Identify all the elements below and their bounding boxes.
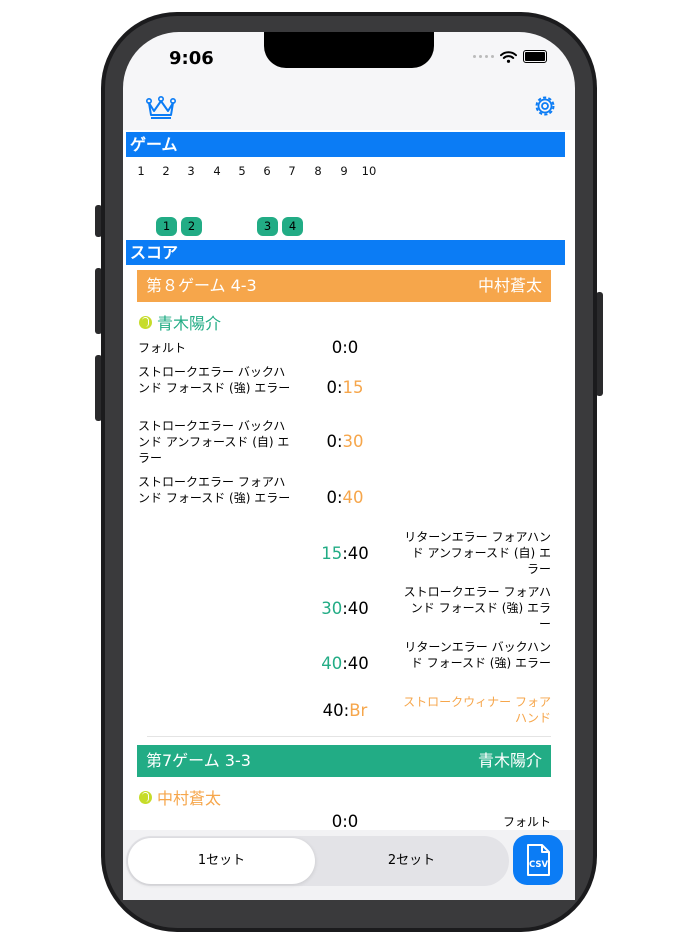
game-tick: 9 bbox=[340, 164, 348, 178]
game-tick: 4 bbox=[213, 164, 221, 178]
csv-file-icon: CSV bbox=[527, 844, 550, 876]
wifi-icon bbox=[500, 50, 517, 63]
status-icons bbox=[473, 50, 547, 63]
game-pill-green[interactable]: 1 bbox=[156, 217, 177, 236]
screen: 9:06 ゲーム 1 2 3 4 5 6 7 8 9 10 1 2 3 4 スコ… bbox=[123, 32, 575, 900]
point-right-description: ストロークエラー フォアハンド フォースド (強) エラー bbox=[403, 585, 551, 631]
nav-bar bbox=[123, 88, 575, 128]
tennis-ball-icon bbox=[139, 790, 152, 804]
point-score: 0:40 bbox=[326, 488, 364, 507]
game-pill-green[interactable]: 4 bbox=[282, 217, 303, 236]
game-8-banner[interactable]: 第８ゲーム 4-3 中村蒼太 bbox=[137, 270, 551, 302]
point-left-description: ストロークエラー バックハンド フォースド (強) エラー bbox=[138, 365, 291, 395]
power-button bbox=[596, 292, 603, 396]
point-right-description: フォルト bbox=[502, 815, 551, 829]
game-pill-green[interactable]: 2 bbox=[181, 217, 202, 236]
point-left-description: ストロークエラー フォアハンド フォースド (強) エラー bbox=[138, 475, 291, 505]
point-score: 30:40 bbox=[321, 599, 369, 618]
game-tick: 2 bbox=[162, 164, 170, 178]
battery-icon bbox=[523, 50, 547, 63]
game-8-winner: 中村蒼太 bbox=[477, 276, 542, 295]
point-score: 0:0 bbox=[331, 338, 359, 357]
csv-export-button[interactable]: CSV bbox=[513, 835, 563, 885]
game-8-server-name: 青木陽介 bbox=[157, 314, 222, 333]
games-section-header: ゲーム bbox=[126, 132, 565, 157]
game-8-server: 青木陽介 bbox=[139, 310, 221, 334]
notch bbox=[264, 32, 434, 68]
game-tick: 1 bbox=[137, 164, 145, 178]
point-score: 0:15 bbox=[326, 378, 364, 397]
game-tick: 8 bbox=[314, 164, 322, 178]
game-tick: 5 bbox=[238, 164, 246, 178]
game-divider bbox=[147, 736, 551, 737]
point-score: 0:30 bbox=[326, 432, 364, 451]
crown-icon[interactable] bbox=[145, 94, 177, 120]
point-score: 0:0 bbox=[331, 812, 359, 831]
game-pill-green[interactable]: 3 bbox=[257, 217, 278, 236]
point-left-description: ストロークエラー バックハンド アンフォースド (自) エラー bbox=[138, 419, 290, 465]
gear-icon[interactable] bbox=[531, 92, 559, 120]
csv-label: CSV bbox=[529, 860, 549, 870]
game-7-title: 第7ゲーム 3-3 bbox=[146, 751, 251, 770]
score-section-header: スコア bbox=[126, 240, 565, 265]
point-right-description: ストロークウィナー フォアハンド bbox=[403, 695, 551, 725]
game-tick: 6 bbox=[263, 164, 271, 178]
tennis-ball-icon bbox=[139, 315, 152, 329]
point-left-description: フォルト bbox=[138, 341, 187, 355]
game-tick: 7 bbox=[288, 164, 296, 178]
game-tick: 3 bbox=[187, 164, 195, 178]
status-time: 9:06 bbox=[169, 48, 214, 69]
set-2-tab[interactable]: 2セット bbox=[318, 838, 505, 884]
cellular-signal-icon bbox=[473, 55, 494, 58]
point-right-description: リターンエラー フォアハンド アンフォースド (自) エラー bbox=[404, 530, 551, 576]
game-tick: 10 bbox=[361, 164, 377, 178]
set-segmented-control: 1セット 2セット bbox=[126, 836, 509, 886]
game-7-server-name: 中村蒼太 bbox=[157, 789, 222, 808]
point-score: 40:Br bbox=[322, 701, 368, 720]
game-8-title: 第８ゲーム 4-3 bbox=[146, 276, 257, 295]
bottom-bar: 1セット 2セット CSV bbox=[123, 830, 575, 900]
point-right-description: リターンエラー バックハンド フォースド (強) エラー bbox=[404, 640, 551, 670]
point-score: 15:40 bbox=[321, 544, 369, 563]
point-score: 40:40 bbox=[321, 654, 369, 673]
main-content: ゲーム 1 2 3 4 5 6 7 8 9 10 1 2 3 4 1 2 3 4… bbox=[123, 130, 575, 831]
game-7-winner: 青木陽介 bbox=[477, 751, 542, 770]
set-1-tab[interactable]: 1セット bbox=[128, 838, 315, 884]
game-7-server: 中村蒼太 bbox=[139, 785, 221, 809]
game-7-banner[interactable]: 第7ゲーム 3-3 青木陽介 bbox=[137, 745, 551, 777]
